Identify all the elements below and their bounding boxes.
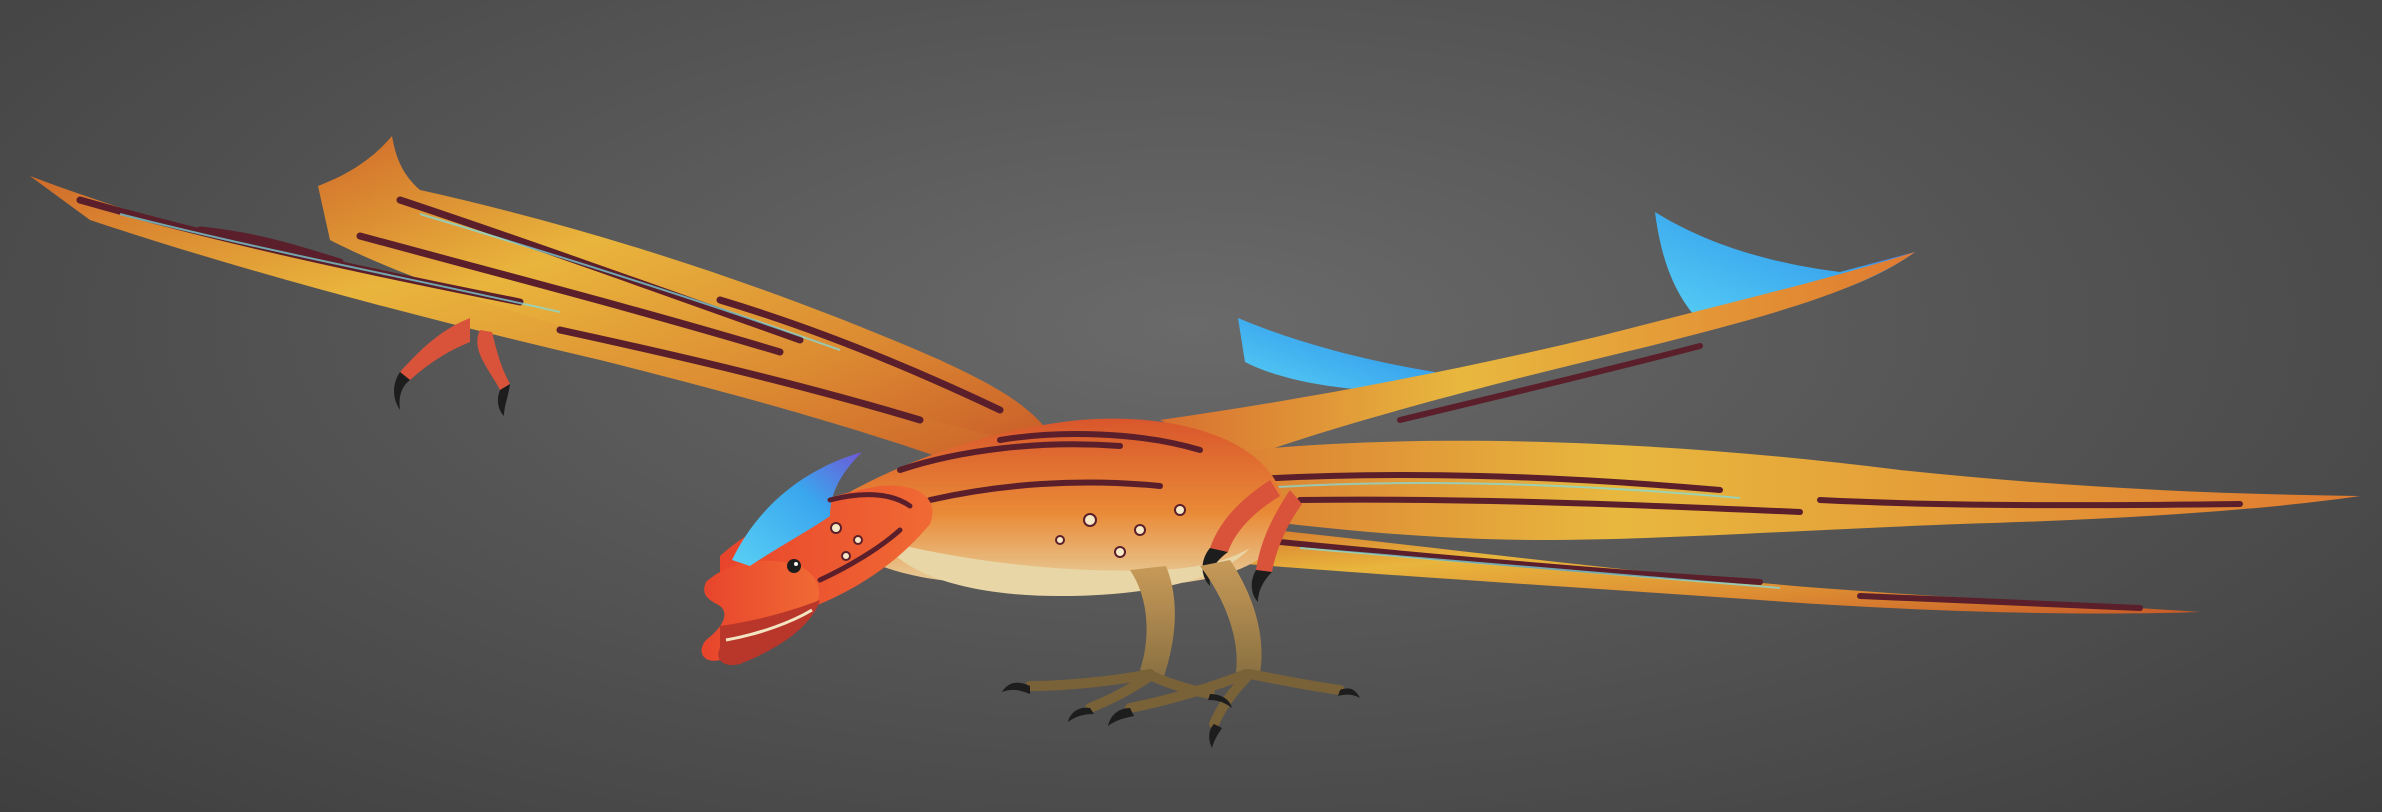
eye-icon — [787, 559, 801, 573]
render-viewport — [0, 0, 2382, 812]
flying-creature-render — [30, 136, 2360, 748]
rear-wing-crest-icon — [1238, 212, 1915, 392]
left-wing-icon — [30, 136, 1060, 480]
right-wing-icon — [1120, 252, 2360, 614]
